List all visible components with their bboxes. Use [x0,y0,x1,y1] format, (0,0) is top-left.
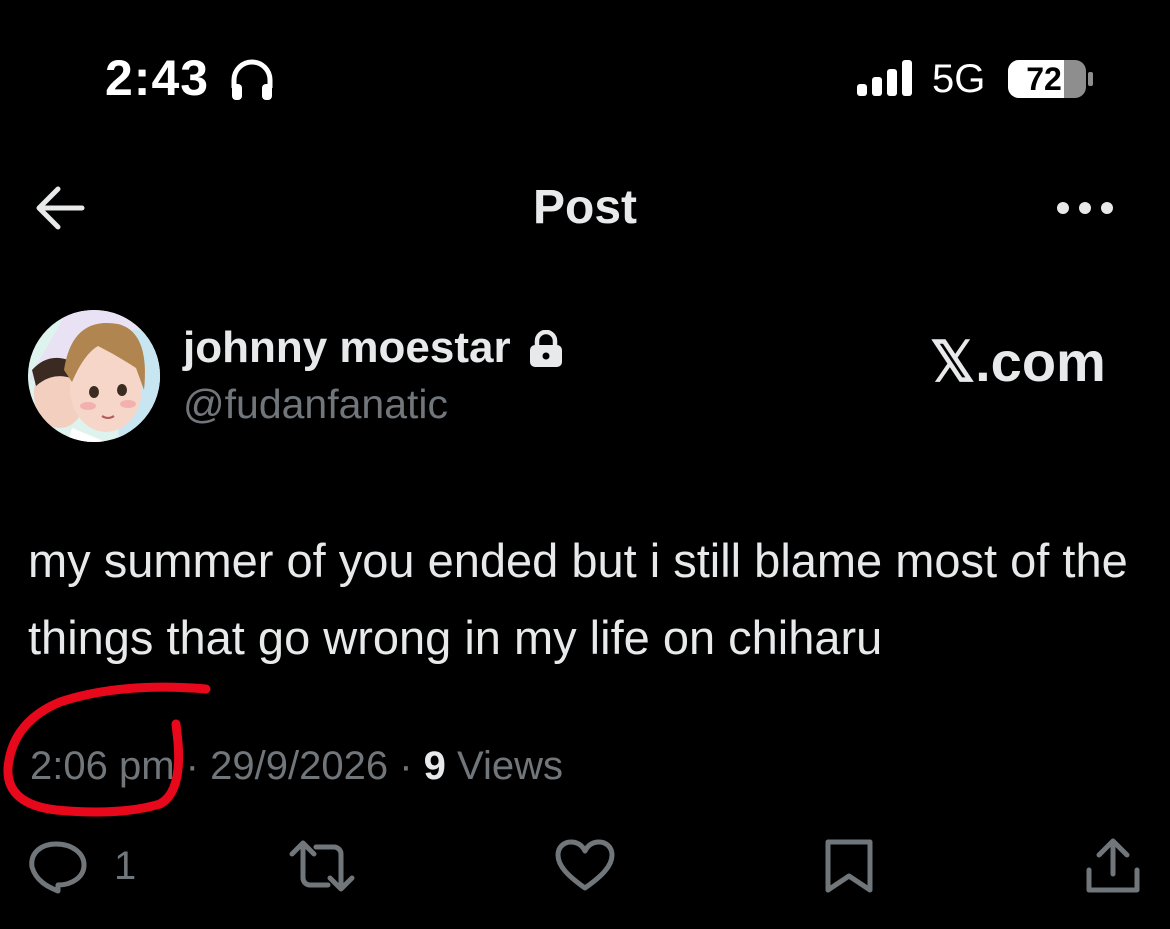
lock-icon [528,330,564,368]
post-meta: 2:06 pm · 29/9/2026 · 9 Views [30,742,563,790]
separator: · [399,744,413,788]
separator: · [185,744,199,788]
like-button[interactable] [554,838,616,894]
bookmark-icon [825,839,873,893]
share-icon [1086,838,1140,893]
more-options-button[interactable] [1052,190,1120,226]
author-handle[interactable]: @fudanfanatic [183,380,448,428]
avatar[interactable] [28,310,160,442]
headphones-icon [228,56,276,102]
views-count[interactable]: 9 [424,744,446,788]
page-title: Post [532,181,637,234]
like-icon [555,839,615,891]
cellular-signal-icon [855,58,915,98]
x-com-watermark: 𝕏.com [930,330,1106,393]
share-button[interactable] [1084,838,1142,894]
reply-count: 1 [114,844,137,888]
network-type-label: 5G [932,57,986,101]
reply-icon [29,841,87,894]
battery-level: 72 [1026,61,1062,97]
repost-button[interactable] [286,838,358,894]
arrow-left-icon [36,186,85,230]
views-label[interactable]: Views [457,744,563,788]
status-time: 2:43 [105,50,210,106]
more-horizontal-icon [1057,202,1113,214]
author-name[interactable]: johnny moestar [183,322,511,374]
post-text: my summer of you ended but i still blame… [28,534,1128,664]
post-time: 2:06 pm [30,744,175,788]
repost-icon [289,840,355,892]
back-button[interactable] [30,180,90,236]
post-date: 29/9/2026 [210,744,389,788]
bookmark-button[interactable] [822,838,876,894]
